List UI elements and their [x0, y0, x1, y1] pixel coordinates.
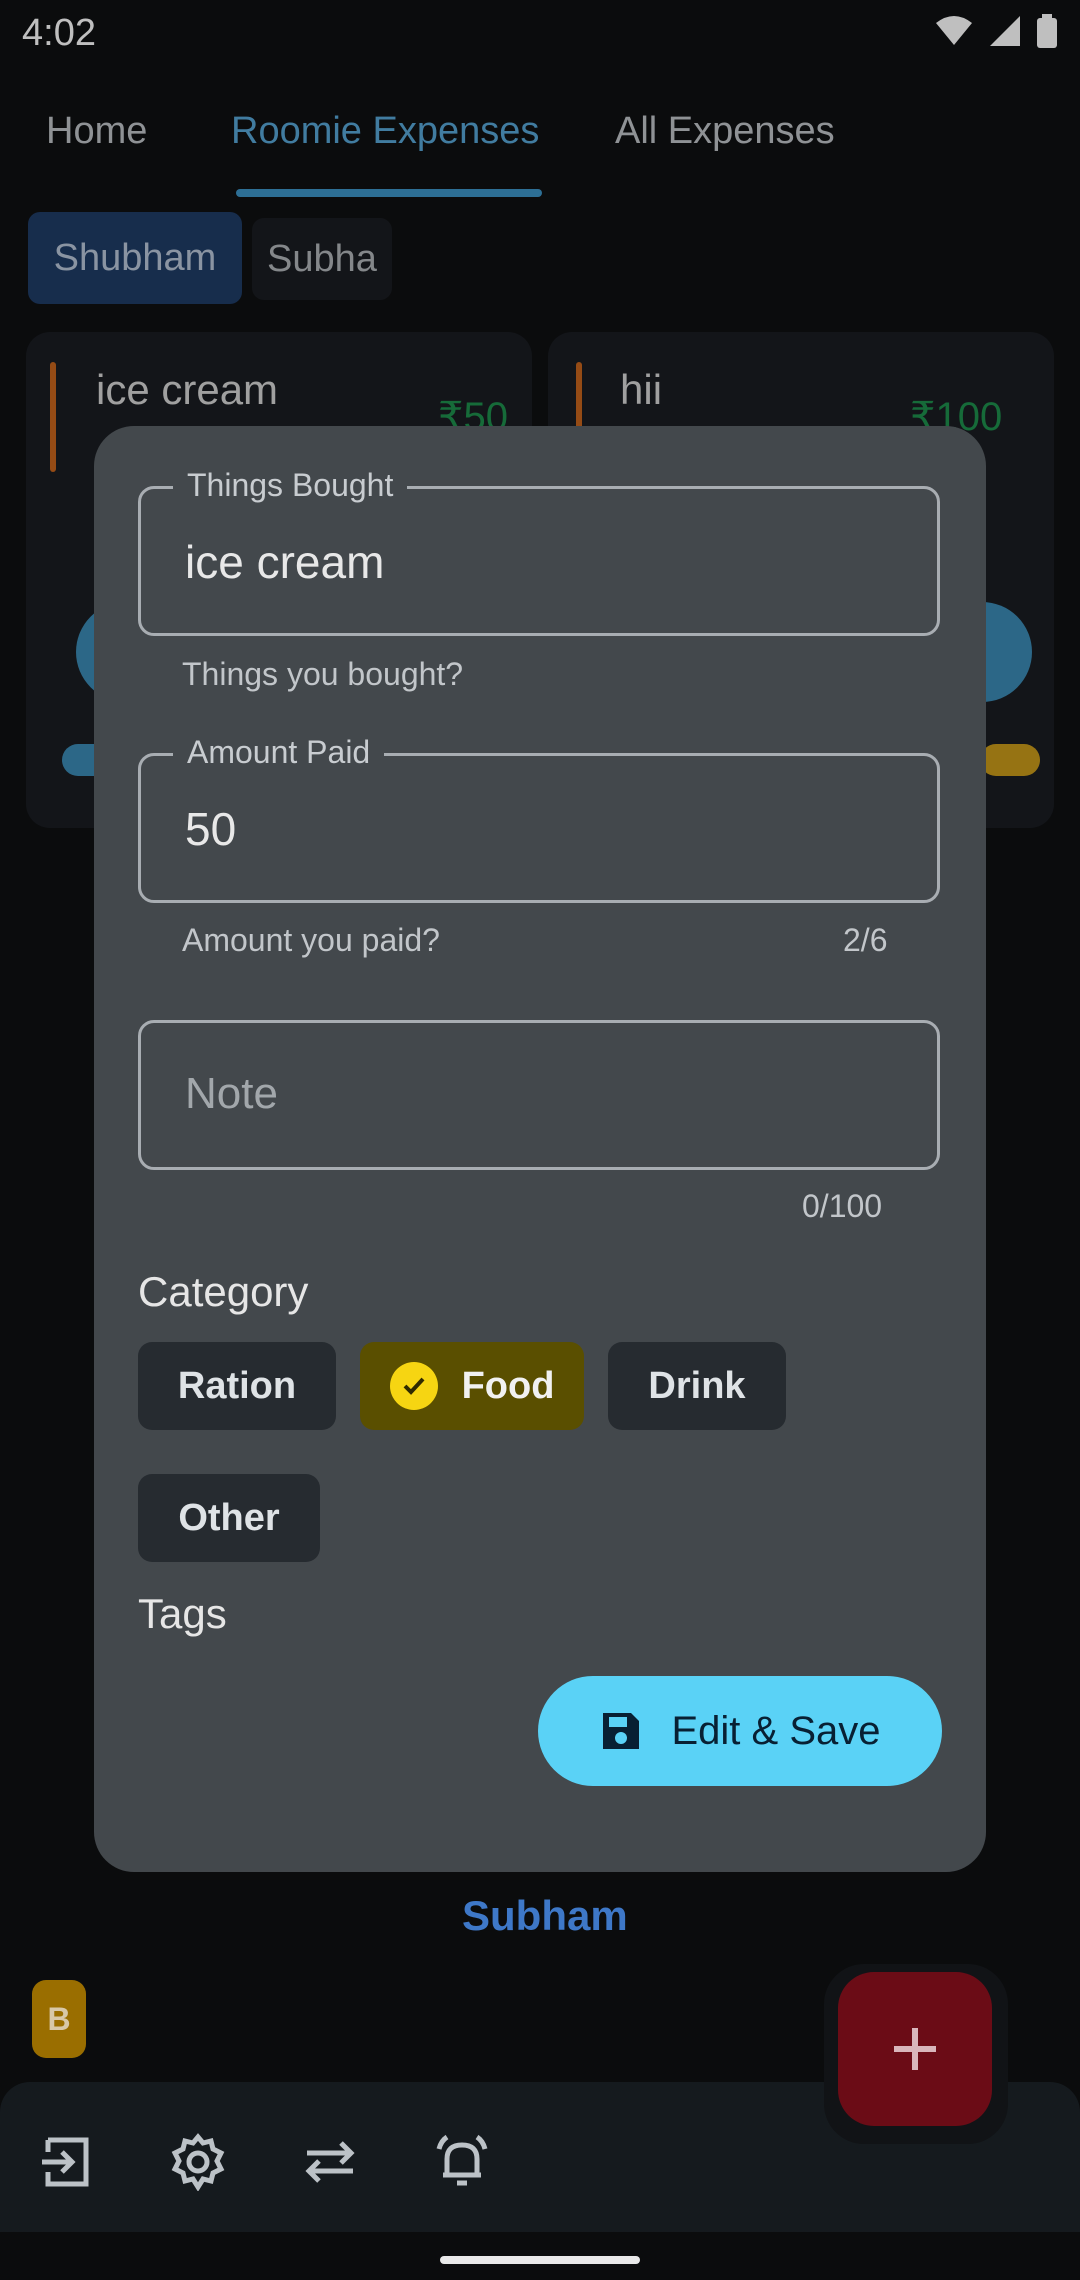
alarm-icon[interactable] — [430, 2130, 494, 2194]
settings-icon[interactable] — [166, 2130, 230, 2194]
amount-paid-helper: Amount you paid? — [182, 922, 440, 958]
add-expense-button[interactable] — [838, 1972, 992, 2126]
category-chip-drink[interactable]: Drink — [608, 1342, 786, 1430]
gesture-bar[interactable] — [440, 2256, 640, 2264]
things-bought-field[interactable]: Things Bought ice cream — [138, 467, 940, 636]
things-bought-helper: Things you bought? — [182, 656, 464, 692]
amount-paid-value: 50 — [185, 803, 237, 855]
category-chip-other[interactable]: Other — [138, 1474, 320, 1562]
things-bought-label: Things Bought — [173, 467, 408, 504]
user-badge[interactable]: B — [32, 1980, 86, 2058]
check-icon — [389, 1362, 438, 1410]
logout-icon[interactable] — [34, 2130, 98, 2194]
tags-title: Tags — [138, 1590, 227, 1637]
amount-paid-counter: 2/6 — [843, 922, 888, 958]
amount-paid-label: Amount Paid — [173, 734, 385, 771]
swap-icon[interactable] — [298, 2130, 362, 2194]
note-field[interactable]: Note — [138, 1020, 940, 1170]
note-placeholder: Note — [185, 1069, 278, 1118]
owner-label: Subham — [462, 1892, 628, 1939]
amount-paid-field[interactable]: Amount Paid 50 — [138, 734, 940, 903]
save-button-label: Edit & Save — [671, 1708, 881, 1753]
save-icon — [603, 1713, 640, 1749]
note-counter: 0/100 — [802, 1188, 883, 1224]
category-chip-food[interactable]: Food — [360, 1342, 584, 1430]
things-bought-value: ice cream — [185, 536, 385, 588]
category-title: Category — [138, 1268, 309, 1315]
category-chip-label: Food — [461, 1364, 555, 1407]
edit-save-button[interactable]: Edit & Save — [538, 1676, 942, 1786]
plus-icon — [894, 2028, 936, 2070]
category-chip-ration[interactable]: Ration — [138, 1342, 336, 1430]
edit-expense-dialog: Things Bought ice cream Things you bough… — [94, 426, 986, 1872]
